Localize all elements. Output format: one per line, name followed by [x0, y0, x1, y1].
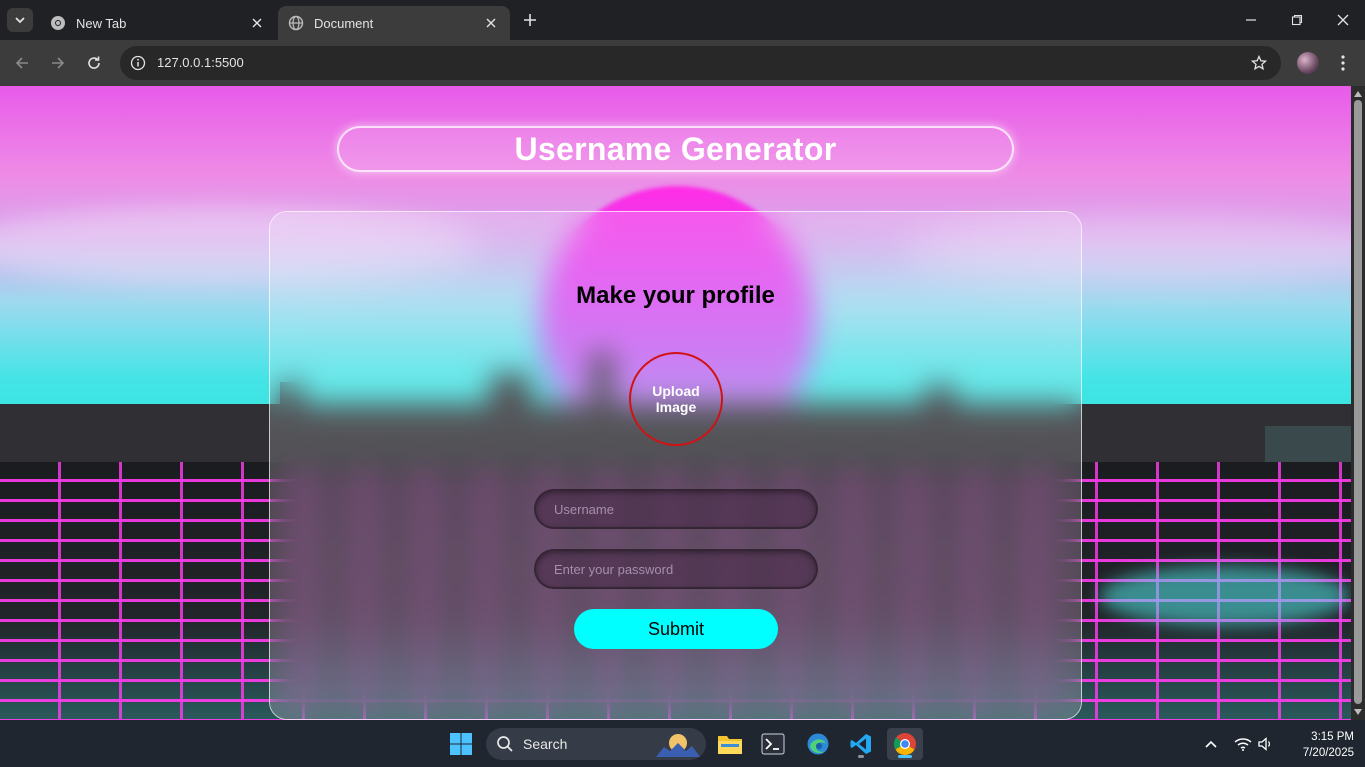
browser-tab-bar: New Tab Document — [0, 0, 1365, 40]
background-building — [1080, 414, 1150, 466]
forward-button[interactable] — [46, 51, 70, 75]
close-icon — [1337, 14, 1349, 26]
clock-time: 3:15 PM — [1311, 731, 1354, 743]
card-title: Make your profile — [576, 282, 775, 309]
tab-new-tab[interactable]: New Tab — [40, 6, 276, 40]
more-vertical-icon — [1341, 55, 1345, 71]
tab-search-button[interactable] — [7, 8, 33, 32]
clock-date: 7/20/2025 — [1302, 747, 1354, 759]
restore-button[interactable] — [1282, 6, 1312, 34]
plus-icon — [524, 14, 536, 26]
close-icon[interactable] — [248, 14, 266, 32]
chrome-button[interactable] — [887, 728, 923, 760]
new-tab-button[interactable] — [518, 8, 542, 32]
profile-avatar[interactable] — [1297, 52, 1319, 74]
active-indicator — [898, 755, 912, 758]
show-hidden-icons-button[interactable] — [1201, 734, 1221, 754]
globe-icon — [288, 15, 304, 31]
tab-title: Document — [314, 15, 374, 31]
chrome-favicon-icon — [50, 15, 66, 31]
file-explorer-button[interactable] — [714, 728, 746, 760]
running-indicator — [858, 755, 864, 758]
system-clock[interactable]: 3:15 PM 7/20/2025 — [1284, 729, 1354, 761]
tab-document[interactable]: Document — [278, 6, 510, 40]
edge-browser-icon — [807, 733, 829, 755]
edge-browser-button[interactable] — [802, 728, 834, 760]
scrollbar-thumb[interactable] — [1354, 100, 1362, 704]
search-label: Search — [523, 736, 568, 752]
upload-image-label: Upload Image — [652, 383, 700, 415]
folder-icon — [718, 736, 742, 754]
page-title: Username Generator — [514, 130, 837, 167]
site-info-icon[interactable] — [129, 54, 147, 72]
restore-icon — [1291, 14, 1303, 26]
speaker-icon — [1258, 737, 1271, 751]
vscode-button[interactable] — [845, 728, 877, 760]
scroll-up-icon[interactable] — [1354, 90, 1362, 98]
search-icon — [497, 736, 513, 752]
bookmark-star-icon[interactable] — [1249, 53, 1269, 73]
background-building — [1265, 426, 1351, 466]
profile-card: Make your profile Upload Image Submit — [269, 211, 1082, 720]
username-input[interactable] — [534, 489, 818, 529]
arrow-left-icon — [15, 57, 28, 69]
windows-logo-icon — [450, 733, 472, 755]
chrome-icon — [893, 733, 916, 755]
chevron-down-icon — [15, 17, 25, 24]
minimize-icon — [1246, 19, 1256, 21]
close-icon[interactable] — [482, 14, 500, 32]
minimize-button[interactable] — [1236, 6, 1266, 34]
page-scrollbar[interactable] — [1351, 86, 1365, 720]
address-bar[interactable]: 127.0.0.1:5500 — [120, 46, 1281, 80]
background-building — [155, 420, 195, 466]
background-water — [1100, 566, 1350, 626]
upload-image-button[interactable]: Upload Image — [629, 352, 723, 446]
reload-button[interactable] — [82, 51, 106, 75]
scroll-down-icon[interactable] — [1354, 708, 1362, 716]
close-window-button[interactable] — [1328, 6, 1358, 34]
terminal-button[interactable] — [757, 728, 789, 760]
tab-title: New Tab — [76, 15, 127, 31]
taskbar: Search 3:15 PM 7/20/2025 — [0, 720, 1365, 767]
password-input[interactable] — [534, 549, 818, 589]
taskbar-search[interactable]: Search — [486, 728, 706, 760]
wifi-icon — [1234, 738, 1252, 751]
browser-menu-button[interactable] — [1333, 52, 1353, 74]
background-building — [0, 416, 140, 466]
search-highlight-icon — [656, 734, 700, 757]
reload-icon — [88, 56, 100, 69]
url-text: 127.0.0.1:5500 — [157, 55, 244, 70]
submit-button[interactable]: Submit — [574, 609, 778, 649]
wifi-button[interactable] — [1233, 734, 1253, 754]
page-viewport: Username Generator Make your profile Upl… — [0, 86, 1351, 720]
terminal-icon — [761, 733, 785, 755]
chevron-up-icon — [1205, 740, 1217, 748]
start-button[interactable] — [445, 728, 477, 760]
browser-toolbar: 127.0.0.1:5500 — [0, 40, 1365, 86]
vscode-icon — [850, 734, 871, 754]
page-title-banner: Username Generator — [337, 126, 1014, 172]
arrow-right-icon — [52, 57, 65, 69]
back-button[interactable] — [10, 51, 34, 75]
volume-button[interactable] — [1256, 734, 1276, 754]
